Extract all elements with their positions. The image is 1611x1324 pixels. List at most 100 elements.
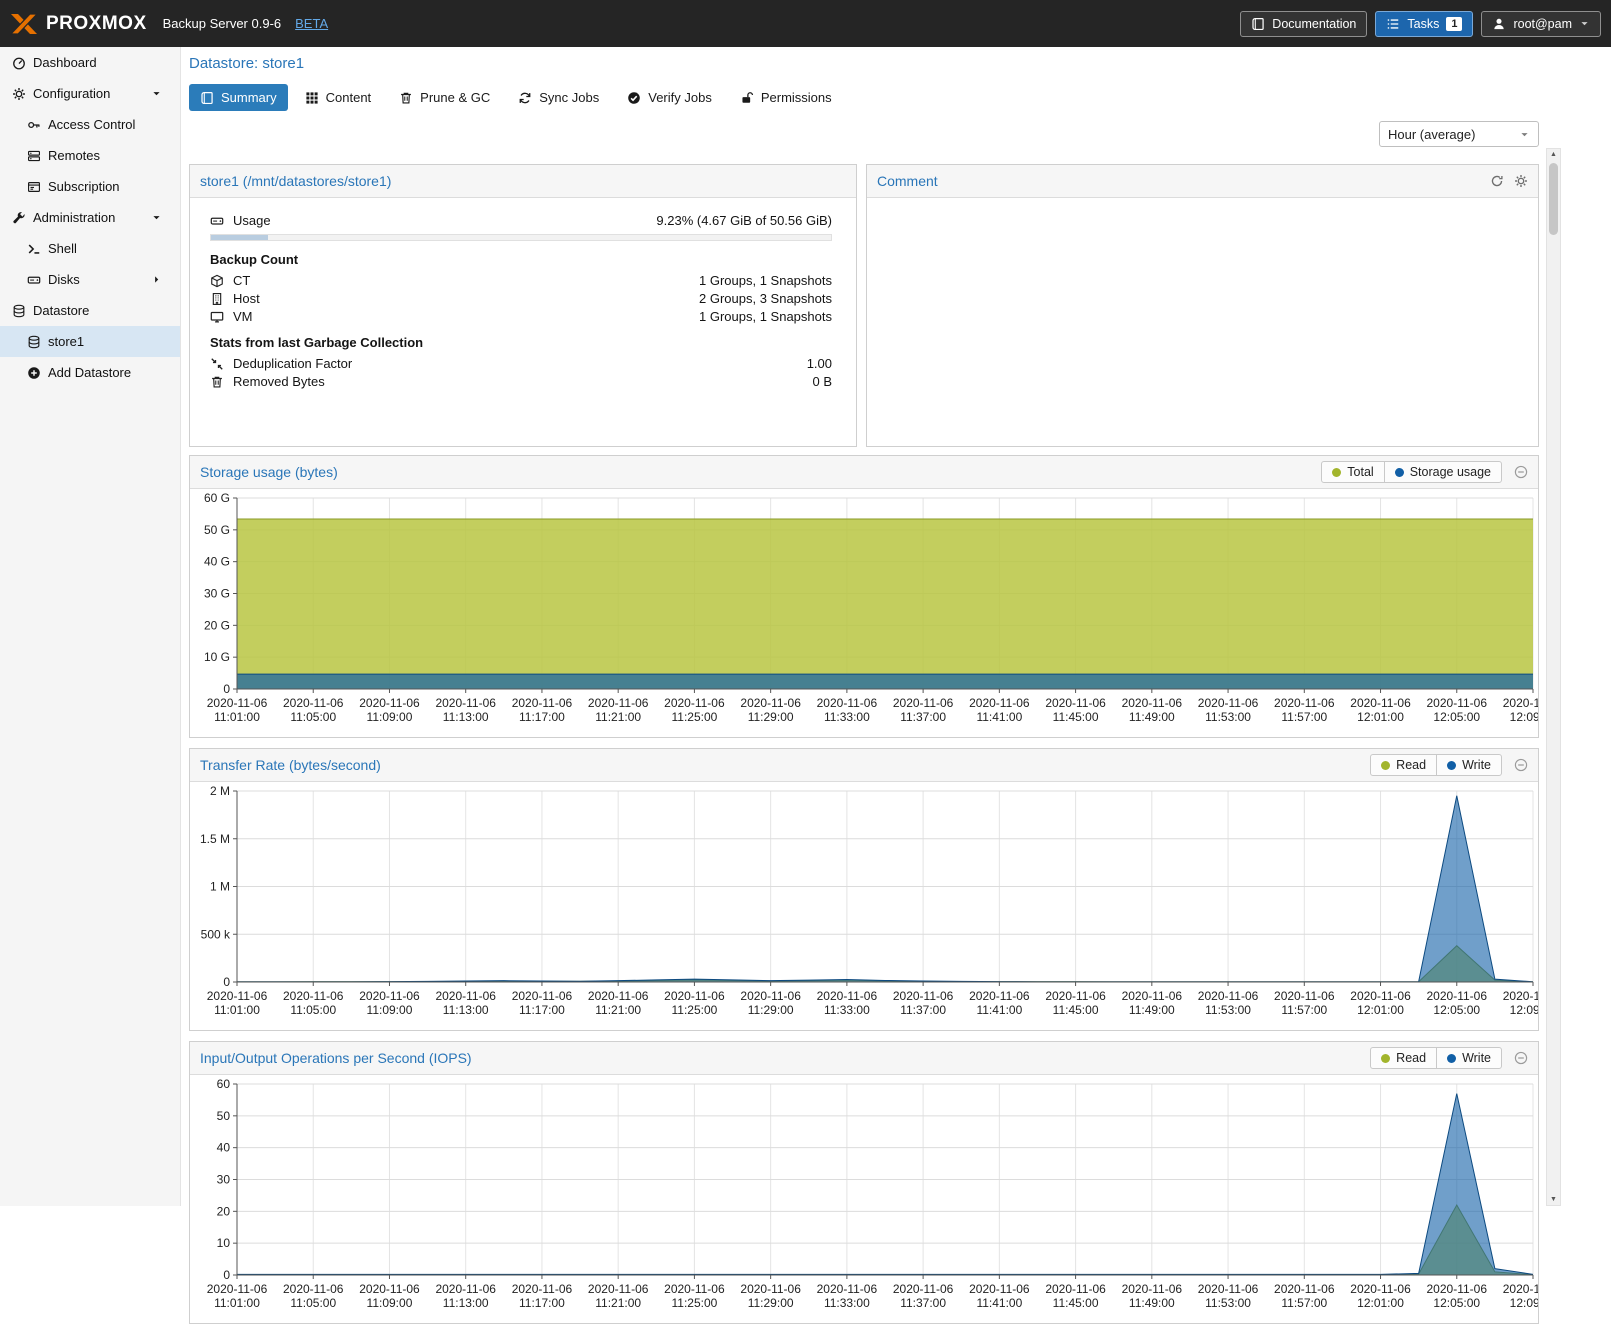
tab-permissions[interactable]: Permissions xyxy=(729,84,843,111)
svg-text:11:13:00: 11:13:00 xyxy=(443,1296,489,1310)
compress-icon xyxy=(210,357,233,371)
svg-text:11:37:00: 11:37:00 xyxy=(900,710,946,724)
svg-text:30 G: 30 G xyxy=(204,587,230,601)
book-icon xyxy=(1251,17,1265,31)
svg-text:11:09:00: 11:09:00 xyxy=(367,1003,413,1017)
sidebar-item-subscription[interactable]: Subscription xyxy=(0,171,180,202)
expander-down-icon[interactable] xyxy=(151,88,172,99)
backup-count-heading: Backup Count xyxy=(210,252,832,267)
sidebar-item-store1[interactable]: store1 xyxy=(0,326,180,357)
svg-text:1 M: 1 M xyxy=(210,880,230,894)
svg-text:2020-11-06: 2020-11-06 xyxy=(435,1282,496,1296)
svg-text:11:25:00: 11:25:00 xyxy=(671,710,717,724)
sidebar-item-administration[interactable]: Administration xyxy=(0,202,180,233)
documentation-button[interactable]: Documentation xyxy=(1240,11,1367,37)
svg-text:2020-11-06: 2020-11-06 xyxy=(1122,1282,1183,1296)
legend-item-read[interactable]: Read xyxy=(1370,1047,1437,1069)
collapse-chart-icon[interactable] xyxy=(1514,1051,1528,1065)
beta-link[interactable]: BETA xyxy=(295,16,328,31)
tasks-button[interactable]: Tasks 1 xyxy=(1375,11,1473,37)
svg-text:2020-11-06: 2020-11-06 xyxy=(1122,989,1183,1003)
iops-title: Input/Output Operations per Second (IOPS… xyxy=(200,1050,472,1066)
wrench-icon xyxy=(12,211,33,225)
scrollbar-thumb[interactable] xyxy=(1549,163,1558,235)
svg-text:2020-11-06: 2020-11-06 xyxy=(359,989,420,1003)
svg-text:11:37:00: 11:37:00 xyxy=(900,1003,946,1017)
collapse-chart-icon[interactable] xyxy=(1514,465,1528,479)
tab-content[interactable]: Content xyxy=(294,84,383,111)
chart-toolbar: Hour (average) xyxy=(189,121,1539,147)
gear-icon[interactable] xyxy=(1514,174,1528,188)
svg-text:2020-11-06: 2020-11-06 xyxy=(969,696,1030,710)
book-icon xyxy=(200,91,214,105)
svg-text:500 k: 500 k xyxy=(201,927,231,941)
svg-text:11:13:00: 11:13:00 xyxy=(443,1003,489,1017)
storage-usage-header: Storage usage (bytes) Total Storage usag… xyxy=(190,456,1538,489)
iops-panel: Input/Output Operations per Second (IOPS… xyxy=(189,1041,1539,1324)
comment-panel-header: Comment xyxy=(867,165,1538,198)
expander-right-icon[interactable] xyxy=(151,274,172,285)
svg-text:11:33:00: 11:33:00 xyxy=(824,710,870,724)
tab-sync-jobs[interactable]: Sync Jobs xyxy=(507,84,610,111)
svg-text:11:57:00: 11:57:00 xyxy=(1281,710,1327,724)
dedup-factor-row: Deduplication Factor 1.00 xyxy=(210,356,832,371)
sidebar-item-configuration[interactable]: Configuration xyxy=(0,78,180,109)
svg-text:12:05:00: 12:05:00 xyxy=(1433,1003,1480,1017)
sidebar-item-access-control[interactable]: Access Control xyxy=(0,109,180,140)
task-list-icon xyxy=(1386,17,1400,31)
svg-text:11:29:00: 11:29:00 xyxy=(748,1003,794,1017)
sidebar-item-remotes[interactable]: Remotes xyxy=(0,140,180,171)
expander-down-icon[interactable] xyxy=(151,212,172,223)
svg-text:2020-11-06: 2020-11-06 xyxy=(207,989,268,1003)
svg-text:11:33:00: 11:33:00 xyxy=(824,1003,870,1017)
legend-item-storage-usage[interactable]: Storage usage xyxy=(1384,461,1502,483)
svg-text:11:37:00: 11:37:00 xyxy=(900,1296,946,1310)
reload-icon[interactable] xyxy=(1490,174,1504,188)
svg-text:2020-11-06: 2020-11-06 xyxy=(969,1282,1030,1296)
legend-item-read[interactable]: Read xyxy=(1370,754,1437,776)
comment-panel-title: Comment xyxy=(877,173,938,189)
legend-item-write[interactable]: Write xyxy=(1436,754,1502,776)
tab-verify-jobs[interactable]: Verify Jobs xyxy=(616,84,723,111)
legend-item-write[interactable]: Write xyxy=(1436,1047,1502,1069)
sidebar-item-shell[interactable]: Shell xyxy=(0,233,180,264)
gear-icon xyxy=(12,87,33,101)
transfer-rate-panel: Transfer Rate (bytes/second) Read Write … xyxy=(189,748,1539,1031)
legend-dot xyxy=(1381,761,1390,770)
sidebar-item-add-datastore[interactable]: Add Datastore xyxy=(0,357,180,388)
svg-text:11:57:00: 11:57:00 xyxy=(1281,1003,1327,1017)
legend-item-total[interactable]: Total xyxy=(1321,461,1384,483)
plus-circle-icon xyxy=(27,366,48,380)
scroll-down-arrow[interactable]: ▼ xyxy=(1547,1196,1560,1203)
svg-text:11:13:00: 11:13:00 xyxy=(443,710,489,724)
vertical-scrollbar[interactable]: ▲ ▼ xyxy=(1546,148,1561,1206)
svg-text:2020-11-06: 2020-11-06 xyxy=(588,989,649,1003)
lock-icon xyxy=(740,91,754,105)
svg-text:2020-11-06: 2020-11-06 xyxy=(512,696,573,710)
user-menu-button[interactable]: root@pam xyxy=(1481,11,1601,37)
scroll-up-arrow[interactable]: ▲ xyxy=(1547,151,1560,158)
svg-text:12:05:00: 12:05:00 xyxy=(1433,1296,1480,1310)
sidebar-item-disks[interactable]: Disks xyxy=(0,264,180,295)
svg-text:2020-11-06: 2020-11-06 xyxy=(588,696,649,710)
sidebar-item-dashboard[interactable]: Dashboard xyxy=(0,47,180,78)
timeframe-select[interactable]: Hour (average) xyxy=(1379,121,1539,147)
svg-text:2020-11-06: 2020-11-06 xyxy=(1198,696,1259,710)
svg-text:60 G: 60 G xyxy=(204,491,230,505)
collapse-chart-icon[interactable] xyxy=(1514,758,1528,772)
svg-text:30: 30 xyxy=(217,1173,231,1187)
svg-text:0: 0 xyxy=(223,682,230,696)
iops-chart: 01020304050602020-11-0611:01:002020-11-0… xyxy=(190,1075,1538,1324)
transfer-rate-chart: 0500 k1 M1.5 M2 M2020-11-0611:01:002020-… xyxy=(190,782,1538,1031)
tab-summary[interactable]: Summary xyxy=(189,84,288,111)
svg-text:2020-11-06: 2020-11-06 xyxy=(740,989,801,1003)
user-icon xyxy=(1492,17,1506,31)
tab-prune-gc[interactable]: Prune & GC xyxy=(388,84,501,111)
svg-text:11:45:00: 11:45:00 xyxy=(1053,1003,1099,1017)
svg-text:11:21:00: 11:21:00 xyxy=(595,1003,641,1017)
sidebar-item-datastore[interactable]: Datastore xyxy=(0,295,180,326)
svg-text:2020-11-06: 2020-11-06 xyxy=(1350,696,1411,710)
svg-text:11:09:00: 11:09:00 xyxy=(367,710,413,724)
svg-text:2020-11-06: 2020-11-06 xyxy=(1503,1282,1539,1296)
svg-text:40 G: 40 G xyxy=(204,555,230,569)
